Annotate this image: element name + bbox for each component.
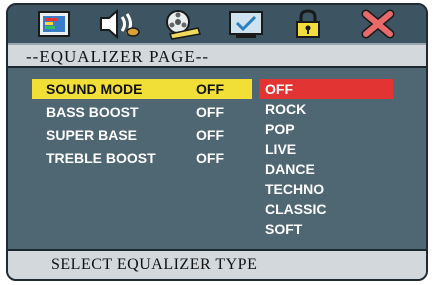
status-text: SELECT EQUALIZER TYPE bbox=[51, 256, 258, 273]
toolbar bbox=[8, 5, 426, 43]
setting-bass-boost[interactable]: BASS BOOST OFF bbox=[32, 102, 252, 122]
osd-window: --EQUALIZER PAGE-- SOUND MODE OFF BASS B… bbox=[6, 3, 428, 281]
option-pop[interactable]: POP bbox=[259, 119, 295, 139]
option-soft[interactable]: SOFT bbox=[259, 219, 302, 239]
padlock-icon[interactable] bbox=[284, 8, 332, 40]
setting-value: OFF bbox=[196, 150, 224, 166]
setting-super-base[interactable]: SUPER BASE OFF bbox=[32, 125, 252, 145]
option-techno[interactable]: TECHNO bbox=[259, 179, 324, 199]
setting-label: SOUND MODE bbox=[46, 81, 143, 97]
speaker-audio-icon[interactable] bbox=[95, 8, 143, 40]
setting-sound-mode[interactable]: SOUND MODE OFF bbox=[32, 79, 252, 99]
option-live[interactable]: LIVE bbox=[259, 139, 296, 159]
page-title-bar: --EQUALIZER PAGE-- bbox=[8, 43, 426, 68]
setting-value: OFF bbox=[196, 127, 224, 143]
checkbox-screen-icon[interactable] bbox=[222, 8, 270, 40]
film-reel-icon[interactable] bbox=[158, 8, 206, 40]
setting-label: TREBLE BOOST bbox=[46, 150, 156, 166]
option-classic[interactable]: CLASSIC bbox=[259, 199, 326, 219]
setting-label: BASS BOOST bbox=[46, 104, 139, 120]
setting-value: OFF bbox=[196, 81, 224, 97]
option-off[interactable]: OFF bbox=[259, 79, 393, 99]
option-rock[interactable]: ROCK bbox=[259, 99, 306, 119]
option-dance[interactable]: DANCE bbox=[259, 159, 315, 179]
setting-label: SUPER BASE bbox=[46, 127, 138, 143]
equalizer-panel: SOUND MODE OFF BASS BOOST OFF SUPER BASE… bbox=[8, 68, 426, 256]
setting-value: OFF bbox=[196, 104, 224, 120]
close-x-icon[interactable] bbox=[354, 8, 402, 40]
status-bar: SELECT EQUALIZER TYPE bbox=[8, 249, 426, 279]
setting-treble-boost[interactable]: TREBLE BOOST OFF bbox=[32, 148, 252, 168]
monitor-settings-icon[interactable] bbox=[30, 8, 78, 40]
page-title: --EQUALIZER PAGE-- bbox=[26, 47, 210, 66]
